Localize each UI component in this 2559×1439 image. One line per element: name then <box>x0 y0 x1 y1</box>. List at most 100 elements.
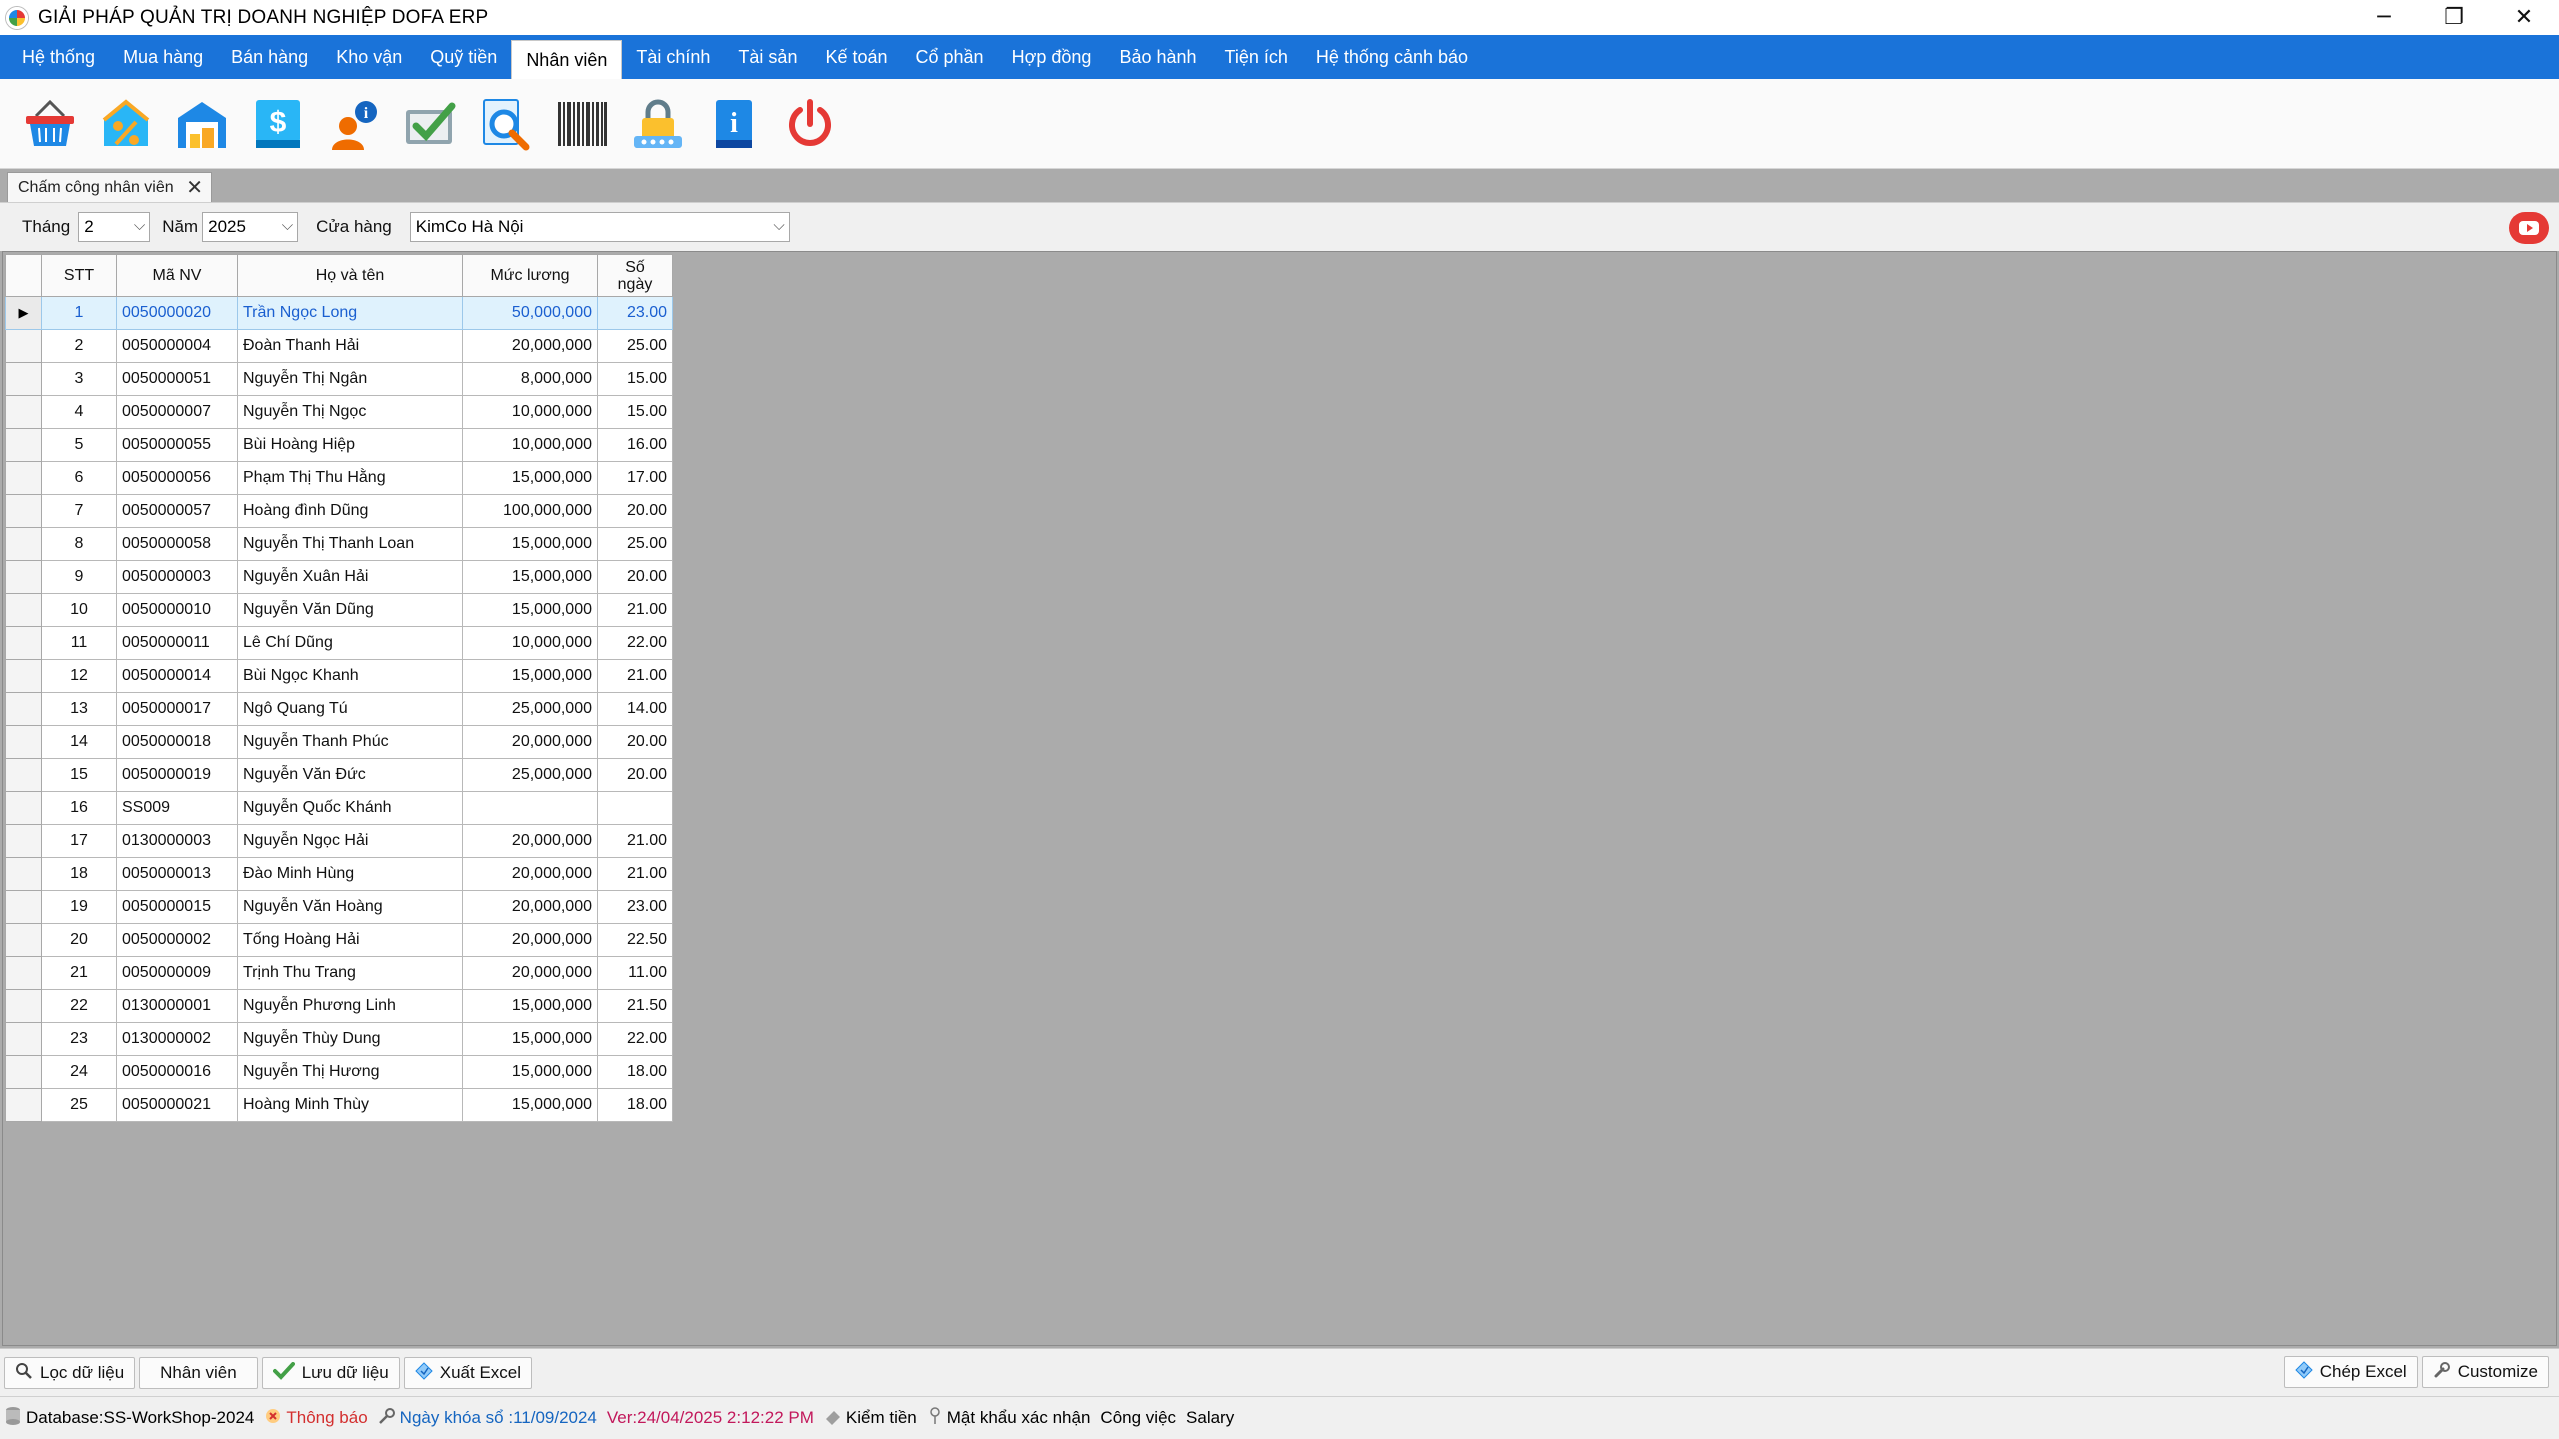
cell-ho-ten[interactable]: Nguyễn Thị Hương <box>237 1055 463 1089</box>
cell-muc-luong[interactable]: 15,000,000 <box>462 593 598 627</box>
dollar-book-icon[interactable]: $ <box>248 94 308 154</box>
cell-ma-nv[interactable]: 0050000013 <box>116 857 238 891</box>
cell-muc-luong[interactable]: 20,000,000 <box>462 956 598 990</box>
cell-ma-nv[interactable]: 0050000014 <box>116 659 238 693</box>
cell-muc-luong[interactable]: 10,000,000 <box>462 395 598 429</box>
cell-so-ngay[interactable]: 11.00 <box>597 956 673 990</box>
menu-item-8[interactable]: Kế toán <box>811 35 901 79</box>
table-row[interactable]: 9 0050000003 Nguyễn Xuân Hải 15,000,000 20.0… <box>5 560 673 594</box>
cell-ma-nv[interactable]: 0050000016 <box>116 1055 238 1089</box>
close-tab-icon[interactable]: ✕ <box>186 175 203 199</box>
cell-stt[interactable]: 16 <box>41 791 117 825</box>
employee-button[interactable]: Nhân viên <box>139 1356 258 1389</box>
table-row[interactable]: 12 0050000014 Bùi Ngọc Khanh 15,000,000 21.0… <box>5 659 673 693</box>
cell-stt[interactable]: 22 <box>41 989 117 1023</box>
cell-stt[interactable]: 20 <box>41 923 117 957</box>
cell-muc-luong[interactable]: 20,000,000 <box>462 890 598 924</box>
video-help-icon[interactable] <box>2509 212 2549 244</box>
cell-stt[interactable]: 4 <box>41 395 117 429</box>
row-indicator[interactable] <box>5 494 42 528</box>
cell-ma-nv[interactable]: 0130000003 <box>116 824 238 858</box>
table-row[interactable]: 25 0050000021 Hoàng Minh Thùy 15,000,000 18.… <box>5 1088 673 1122</box>
cell-muc-luong[interactable]: 15,000,000 <box>462 560 598 594</box>
cell-ma-nv[interactable]: 0050000051 <box>116 362 238 396</box>
discount-icon[interactable] <box>96 94 156 154</box>
row-indicator[interactable] <box>5 395 42 429</box>
cell-so-ngay[interactable]: 21.00 <box>597 824 673 858</box>
cell-ma-nv[interactable]: 0130000001 <box>116 989 238 1023</box>
row-indicator[interactable] <box>5 725 42 759</box>
cell-muc-luong[interactable]: 50,000,000 <box>462 296 598 330</box>
menu-item-9[interactable]: Cổ phần <box>902 35 998 79</box>
row-indicator[interactable] <box>5 956 42 990</box>
cell-so-ngay[interactable]: 23.00 <box>597 296 673 330</box>
table-row[interactable]: 2 0050000004 Đoàn Thanh Hải 20,000,000 25.00 <box>5 329 673 363</box>
cell-so-ngay[interactable]: 18.00 <box>597 1055 673 1089</box>
cell-ho-ten[interactable]: Nguyễn Văn Hoàng <box>237 890 463 924</box>
cell-ho-ten[interactable]: Nguyễn Thanh Phúc <box>237 725 463 759</box>
row-indicator[interactable] <box>5 329 42 363</box>
cell-stt[interactable]: 12 <box>41 659 117 693</box>
cell-ma-nv[interactable]: 0050000058 <box>116 527 238 561</box>
cell-so-ngay[interactable]: 16.00 <box>597 428 673 462</box>
cell-ho-ten[interactable]: Trịnh Thu Trang <box>237 956 463 990</box>
cell-muc-luong[interactable]: 100,000,000 <box>462 494 598 528</box>
cell-ma-nv[interactable]: 0050000010 <box>116 593 238 627</box>
cell-stt[interactable]: 7 <box>41 494 117 528</box>
cell-ma-nv[interactable]: 0050000018 <box>116 725 238 759</box>
cell-ho-ten[interactable]: Nguyễn Thị Thanh Loan <box>237 527 463 561</box>
cell-muc-luong[interactable]: 15,000,000 <box>462 1022 598 1056</box>
table-row[interactable]: 10 0050000010 Nguyễn Văn Dũng 15,000,000 21.… <box>5 593 673 627</box>
cell-ho-ten[interactable]: Nguyễn Văn Dũng <box>237 593 463 627</box>
menu-item-7[interactable]: Tài sản <box>724 35 811 79</box>
minimize-button[interactable]: ─ <box>2349 0 2419 35</box>
cell-ho-ten[interactable]: Phạm Thị Thu Hằng <box>237 461 463 495</box>
cell-ma-nv[interactable]: 0050000009 <box>116 956 238 990</box>
cell-ma-nv[interactable]: 0050000019 <box>116 758 238 792</box>
table-row[interactable]: 21 0050000009 Trịnh Thu Trang 20,000,000 11.… <box>5 956 673 990</box>
table-row[interactable]: 16 SS009 Nguyễn Quốc Khánh <box>5 791 673 825</box>
cell-so-ngay[interactable]: 23.00 <box>597 890 673 924</box>
cell-stt[interactable]: 25 <box>41 1088 117 1122</box>
cell-ho-ten[interactable]: Nguyễn Thị Ngân <box>237 362 463 396</box>
cell-stt[interactable]: 5 <box>41 428 117 462</box>
copy-excel-button[interactable]: Chép Excel <box>2283 1356 2418 1388</box>
cell-ma-nv[interactable]: SS009 <box>116 791 238 825</box>
cell-ho-ten[interactable]: Nguyễn Phương Linh <box>237 989 463 1023</box>
column-header-ho-ten[interactable]: Họ và tên <box>237 254 463 297</box>
cell-so-ngay[interactable]: 18.00 <box>597 1088 673 1122</box>
cell-ma-nv[interactable]: 0050000011 <box>116 626 238 660</box>
row-indicator[interactable]: ▶ <box>5 296 42 330</box>
cell-ho-ten[interactable]: Nguyễn Văn Đức <box>237 758 463 792</box>
cell-so-ngay[interactable]: 21.00 <box>597 593 673 627</box>
basket-icon[interactable] <box>20 94 80 154</box>
row-indicator[interactable] <box>5 692 42 726</box>
row-indicator[interactable] <box>5 989 42 1023</box>
cell-so-ngay[interactable]: 20.00 <box>597 758 673 792</box>
cell-ho-ten[interactable]: Bùi Hoàng Hiệp <box>237 428 463 462</box>
table-row[interactable]: 17 0130000003 Nguyễn Ngọc Hải 20,000,000 21.… <box>5 824 673 858</box>
cell-muc-luong[interactable]: 15,000,000 <box>462 1088 598 1122</box>
cell-muc-luong[interactable]: 25,000,000 <box>462 758 598 792</box>
cell-stt[interactable]: 18 <box>41 857 117 891</box>
cell-ma-nv[interactable]: 0050000007 <box>116 395 238 429</box>
menu-item-6[interactable]: Tài chính <box>622 35 724 79</box>
cell-ma-nv[interactable]: 0050000002 <box>116 923 238 957</box>
store-select[interactable]: KimCo Hà Nội ⌵ <box>409 212 790 242</box>
cell-stt[interactable]: 6 <box>41 461 117 495</box>
row-indicator[interactable] <box>5 923 42 957</box>
lock-password-icon[interactable] <box>628 94 688 154</box>
cell-muc-luong[interactable]: 20,000,000 <box>462 824 598 858</box>
cell-ma-nv[interactable]: 0050000056 <box>116 461 238 495</box>
cell-ho-ten[interactable]: Trần Ngọc Long <box>237 296 463 330</box>
table-row[interactable]: 24 0050000016 Nguyễn Thị Hương 15,000,000 18… <box>5 1055 673 1089</box>
column-header-ma-nv[interactable]: Mã NV <box>116 254 238 297</box>
cell-ho-ten[interactable]: Hoàng Minh Thùy <box>237 1088 463 1122</box>
cell-so-ngay[interactable] <box>597 791 673 825</box>
cell-so-ngay[interactable]: 22.00 <box>597 1022 673 1056</box>
status-work[interactable]: Công việc <box>1100 1408 1176 1428</box>
cell-muc-luong[interactable]: 10,000,000 <box>462 626 598 660</box>
cell-stt[interactable]: 9 <box>41 560 117 594</box>
cell-muc-luong[interactable]: 15,000,000 <box>462 461 598 495</box>
row-indicator[interactable] <box>5 824 42 858</box>
